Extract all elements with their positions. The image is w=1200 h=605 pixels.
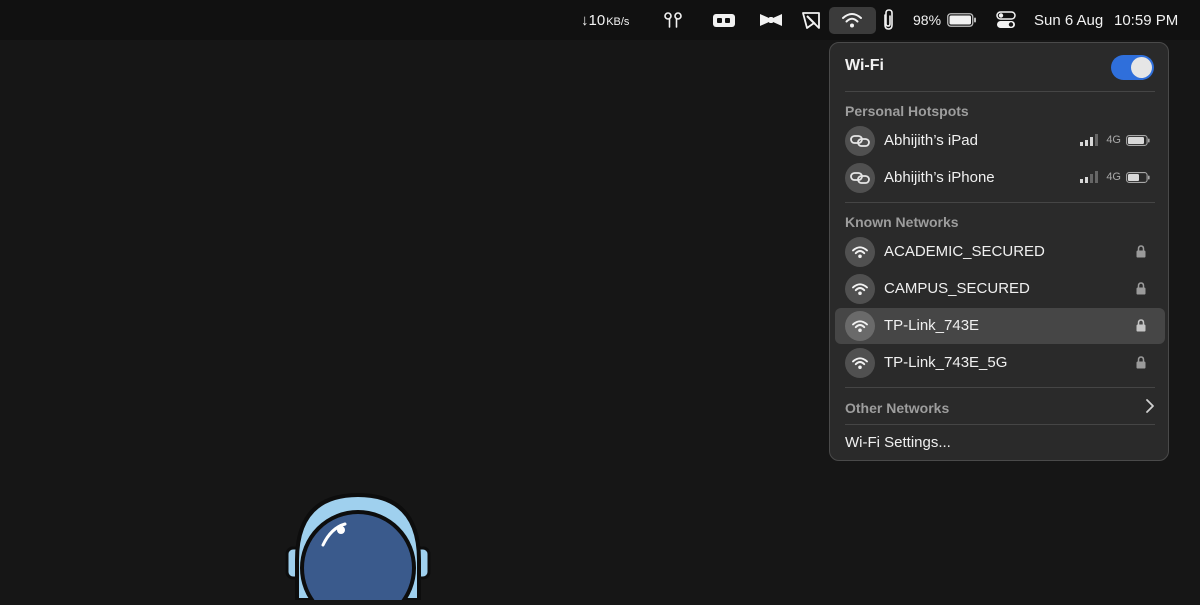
network-name: TP-Link_743E_5G [884, 354, 1008, 371]
hotspot-row-ipad[interactable]: Abhijith’s iPad 4G [835, 123, 1165, 159]
wifi-menu-panel: Wi-Fi Personal Hotspots Abhijith’s iPad … [829, 42, 1169, 461]
hotspot-name: Abhijith’s iPad [884, 132, 978, 149]
network-row-academic[interactable]: ACADEMIC_SECURED [835, 234, 1165, 270]
control-center-icon[interactable] [996, 0, 1016, 40]
network-speed-indicator[interactable]: ↓10 KB/s [581, 0, 629, 40]
divider [845, 387, 1155, 388]
lock-icon [1136, 245, 1146, 263]
divider [845, 202, 1155, 203]
menubar-time[interactable]: 10:59 PM [1114, 0, 1178, 40]
other-networks-item[interactable]: Other Networks [845, 398, 1155, 418]
lock-icon [1136, 282, 1146, 300]
cellular-signal-icon [1080, 171, 1099, 183]
wifi-icon [845, 348, 875, 378]
hotspot-status: 4G [1080, 171, 1150, 183]
wifi-settings-item[interactable]: Wi-Fi Settings... [845, 434, 951, 451]
network-row-campus[interactable]: CAMPUS_SECURED [835, 271, 1165, 307]
network-name: TP-Link_743E [884, 317, 980, 334]
tv-remote-icon[interactable] [712, 0, 736, 40]
hotspot-network-type: 4G [1106, 171, 1121, 183]
network-row-tplink[interactable]: TP-Link_743E [835, 308, 1165, 344]
network-name: ACADEMIC_SECURED [884, 243, 1045, 260]
other-networks-label: Other Networks [845, 400, 950, 416]
hotspot-link-icon [845, 163, 875, 193]
network-speed-unit: KB/s [606, 15, 630, 28]
chevron-right-icon [1145, 398, 1155, 419]
hotspot-name: Abhijith’s iPhone [884, 169, 995, 186]
menubar-date[interactable]: Sun 6 Aug [1034, 0, 1103, 40]
wifi-icon[interactable] [841, 0, 863, 40]
known-networks-label: Known Networks [845, 214, 959, 230]
cellular-signal-icon [1080, 134, 1099, 146]
menu-bar: ↓10 KB/s 98% Sun 6 Aug 10:59 PM [0, 0, 1200, 40]
network-row-tplink-5g[interactable]: TP-Link_743E_5G [835, 345, 1165, 381]
wifi-toggle[interactable] [1111, 55, 1154, 80]
wifi-menu-title: Wi-Fi [845, 57, 884, 74]
divider [845, 424, 1155, 425]
hotspot-link-icon [845, 126, 875, 156]
bowtie-icon[interactable] [759, 0, 783, 40]
airpods-icon[interactable] [662, 0, 684, 40]
astronaut-wallpaper-graphic [283, 490, 433, 605]
wifi-icon [845, 274, 875, 304]
toggle-knob [1131, 57, 1152, 78]
divider [845, 91, 1155, 92]
lock-icon [1136, 319, 1146, 337]
wifi-icon [845, 237, 875, 267]
network-speed-value: ↓10 [581, 11, 606, 29]
paperclip-icon[interactable] [881, 0, 895, 40]
lock-icon [1136, 356, 1146, 374]
pointer-app-icon[interactable] [801, 0, 823, 40]
personal-hotspots-label: Personal Hotspots [845, 103, 969, 119]
hotspot-battery-icon [1126, 134, 1150, 146]
hotspot-status: 4G [1080, 134, 1150, 146]
battery-status[interactable]: 98% [913, 0, 977, 40]
hotspot-network-type: 4G [1106, 134, 1121, 146]
hotspot-battery-icon [1126, 171, 1150, 183]
battery-icon [947, 13, 977, 27]
hotspot-row-iphone[interactable]: Abhijith’s iPhone 4G [835, 160, 1165, 196]
battery-percent: 98% [913, 12, 942, 28]
network-name: CAMPUS_SECURED [884, 280, 1030, 297]
wifi-icon [845, 311, 875, 341]
